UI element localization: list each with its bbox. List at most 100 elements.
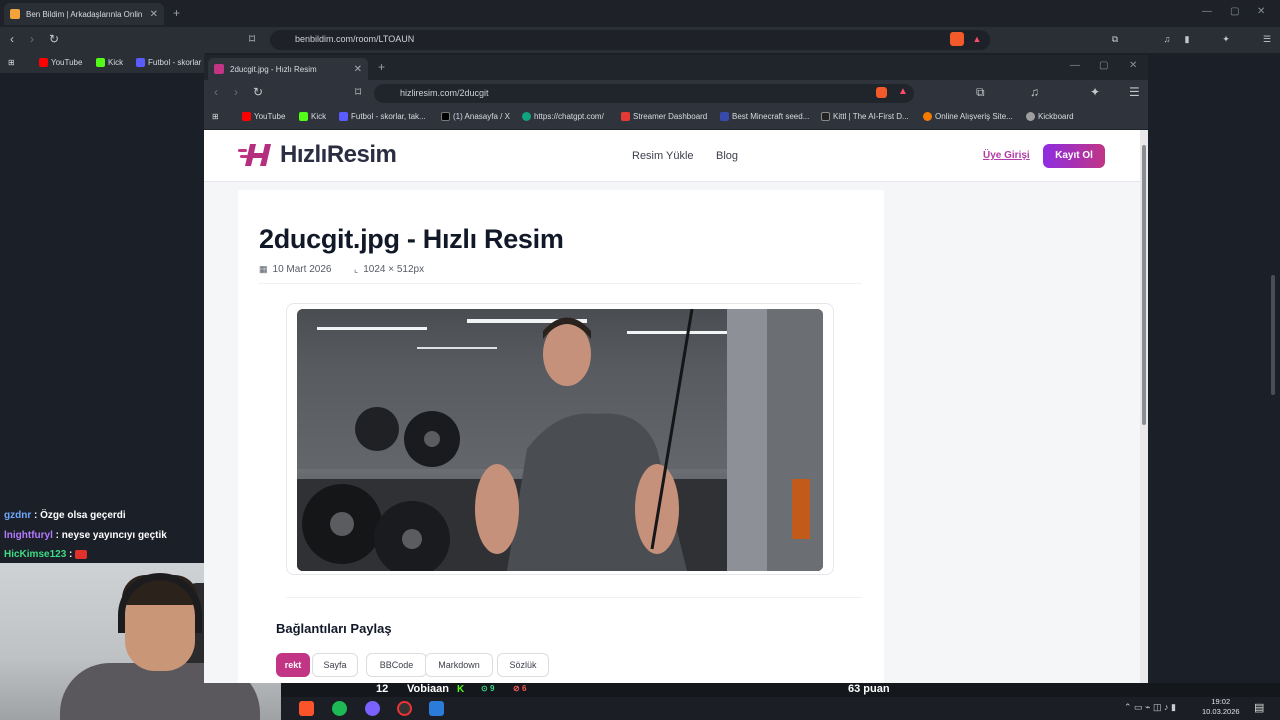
page-title: 2ducgit.jpg - Hızlı Resim: [259, 224, 564, 254]
bookmark-item[interactable]: https://chatgpt.com/: [522, 112, 604, 121]
close-window-icon[interactable]: ✕: [1257, 6, 1265, 17]
emote-icon: [75, 549, 88, 559]
share-tab-direct[interactable]: rekt: [276, 653, 310, 677]
obs-icon[interactable]: [397, 701, 412, 716]
new-tab-icon[interactable]: +: [378, 60, 385, 74]
bookmark-kick[interactable]: Kick: [96, 58, 123, 67]
leo-ai-icon[interactable]: ✦: [1219, 32, 1233, 46]
brave-rewards-icon[interactable]: ▲: [898, 86, 908, 97]
windows-taskbar: ⌃ ▭ ⌁ ◫ ♪ ▮ ▤: [281, 697, 1280, 720]
discord-icon[interactable]: [365, 701, 380, 716]
minimize-icon[interactable]: —: [1070, 60, 1080, 71]
menu-icon[interactable]: ☰: [1260, 32, 1274, 46]
site-logo[interactable]: HızlıResim: [238, 141, 397, 169]
register-button[interactable]: Kayıt Ol: [1043, 144, 1105, 168]
bookmark-item[interactable]: Best Minecraft seed...: [720, 112, 809, 121]
apps-icon[interactable]: ⊞: [8, 58, 15, 67]
bookmark-item[interactable]: Online Alışveriş Site...: [923, 112, 1013, 121]
chat-text: neyse yayıncıyı geçtik: [61, 529, 167, 541]
inner-address-bar[interactable]: hizliresim.com/2ducgit: [374, 84, 914, 103]
bookmark-icon[interactable]: ⌑: [249, 32, 255, 46]
system-clock[interactable]: 19:02 10.03.2026: [1202, 697, 1240, 717]
media-icon[interactable]: ♫: [1160, 32, 1174, 46]
game-overlay-bar: 12 Vobiaan K ⊙ 9 ⊘ 6 63 puan: [281, 683, 1280, 697]
outer-address-bar[interactable]: benbildim.com/room/LTOAUN: [270, 30, 990, 50]
back-icon[interactable]: ‹: [10, 32, 14, 46]
bookmark-youtube[interactable]: YouTube: [39, 58, 82, 67]
bookmark-item[interactable]: Kittl | The AI-First D...: [821, 112, 909, 121]
brave-taskbar-icon[interactable]: [299, 701, 314, 716]
app-icon[interactable]: [429, 701, 444, 716]
image-frame: [286, 303, 834, 575]
inner-scrollbar-thumb[interactable]: [1142, 145, 1146, 425]
spotify-icon[interactable]: [332, 701, 347, 716]
minimize-icon[interactable]: —: [1202, 6, 1212, 17]
outer-tab-title: Ben Bildim | Arkadaşlarınla Onlin: [26, 9, 143, 19]
dimensions-text: 1024 × 512px: [363, 264, 425, 275]
bookmark-item[interactable]: YouTube: [242, 112, 285, 121]
outer-tab-bar: Ben Bildim | Arkadaşlarınla Onlin ✕ + — …: [0, 0, 1280, 27]
youtube-icon: [39, 58, 48, 67]
player-name: Vobiaan: [407, 683, 449, 695]
youtube-icon: [242, 112, 251, 121]
close-window-icon[interactable]: ✕: [1129, 60, 1137, 71]
bookmark-label: Kickboard: [1038, 112, 1074, 121]
outer-tab[interactable]: Ben Bildim | Arkadaşlarınla Onlin ✕: [4, 3, 164, 25]
sidebar-icon[interactable]: ▮: [1180, 32, 1194, 46]
media-icon[interactable]: ♫: [1030, 85, 1039, 99]
nav-resim-yukle[interactable]: Resim Yükle: [632, 150, 694, 162]
forward-icon[interactable]: ›: [234, 85, 238, 99]
nav-blog[interactable]: Blog: [716, 150, 738, 162]
brave-shield-icon[interactable]: [950, 32, 964, 46]
system-tray-icons[interactable]: ⌃ ▭ ⌁ ◫ ♪ ▮: [1124, 702, 1176, 713]
dashboard-icon: [621, 112, 630, 121]
share-tab-sozluk[interactable]: Sözlük: [497, 653, 549, 677]
date-text: 10 Mart 2026: [272, 264, 332, 275]
uploaded-image[interactable]: [297, 309, 823, 571]
bookmark-label: Streamer Dashboard: [633, 112, 708, 121]
new-tab-icon[interactable]: +: [173, 6, 180, 20]
apps-icon[interactable]: ⊞: [212, 112, 219, 121]
kick-verified-icon: K: [457, 684, 465, 695]
login-link[interactable]: Üye Girişi: [983, 150, 1030, 161]
share-tab-markdown[interactable]: Markdown: [425, 653, 493, 677]
chat-text: Özge olsa geçerdi: [40, 510, 126, 521]
bookmark-futbol[interactable]: Futbol - skorlar: [136, 58, 201, 67]
leo-ai-icon[interactable]: ✦: [1090, 85, 1100, 99]
share-tab-page[interactable]: Sayfa: [312, 653, 358, 677]
chat-overlay: gzdnr : Özge olsa geçerdi lnightfuryl : …: [4, 506, 167, 565]
bookmark-item[interactable]: Kick: [299, 112, 326, 121]
outer-bookmarks-bar: ⊞ YouTube Kick Futbol - skorlar: [0, 53, 205, 73]
bookmark-item[interactable]: Streamer Dashboard: [621, 112, 707, 121]
inner-tab[interactable]: 2ducgit.jpg - Hızlı Resim ✕: [208, 58, 368, 80]
clock-date: 10.03.2026: [1202, 707, 1240, 716]
inner-tab-bar: 2ducgit.jpg - Hızlı Resim ✕ + — ▢ ✕: [204, 55, 1148, 80]
close-tab-icon[interactable]: ✕: [150, 9, 158, 20]
reload-icon[interactable]: ↻: [253, 85, 263, 99]
menu-icon[interactable]: ☰: [1129, 85, 1140, 99]
notification-icon[interactable]: ▤: [1254, 701, 1264, 714]
forward-icon[interactable]: ›: [30, 32, 34, 46]
extensions-icon[interactable]: ⧉: [976, 85, 985, 100]
ruler-icon: ⌞: [354, 264, 359, 274]
bookmark-item[interactable]: (1) Anasayfa / X: [441, 112, 510, 121]
bookmark-item[interactable]: Futbol - skorlar, tak...: [339, 112, 426, 121]
outer-scrollbar[interactable]: [1271, 275, 1275, 395]
brave-shield-icon[interactable]: [876, 87, 887, 98]
chatgpt-icon: [522, 112, 531, 121]
back-icon[interactable]: ‹: [214, 85, 218, 99]
bookmark-icon[interactable]: ⌑: [355, 85, 361, 99]
clock-time: 19:02: [1211, 697, 1231, 706]
bookmark-label: Kittl | The AI-First D...: [833, 112, 909, 121]
extensions-icon[interactable]: ⧉: [1108, 32, 1122, 46]
maximize-icon[interactable]: ▢: [1099, 60, 1108, 71]
close-tab-icon[interactable]: ✕: [354, 64, 362, 75]
bookmark-item[interactable]: Kickboard: [1026, 112, 1074, 121]
bookmark-label: Kick: [311, 112, 327, 121]
reload-icon[interactable]: ↻: [49, 32, 59, 46]
brave-rewards-icon[interactable]: ▲: [970, 32, 984, 46]
bookmark-label: Futbol - skorlar, tak...: [351, 112, 426, 121]
share-tab-bbcode[interactable]: BBCode: [366, 653, 427, 677]
hizliresim-favicon-icon: [214, 64, 224, 74]
maximize-icon[interactable]: ▢: [1230, 6, 1239, 17]
